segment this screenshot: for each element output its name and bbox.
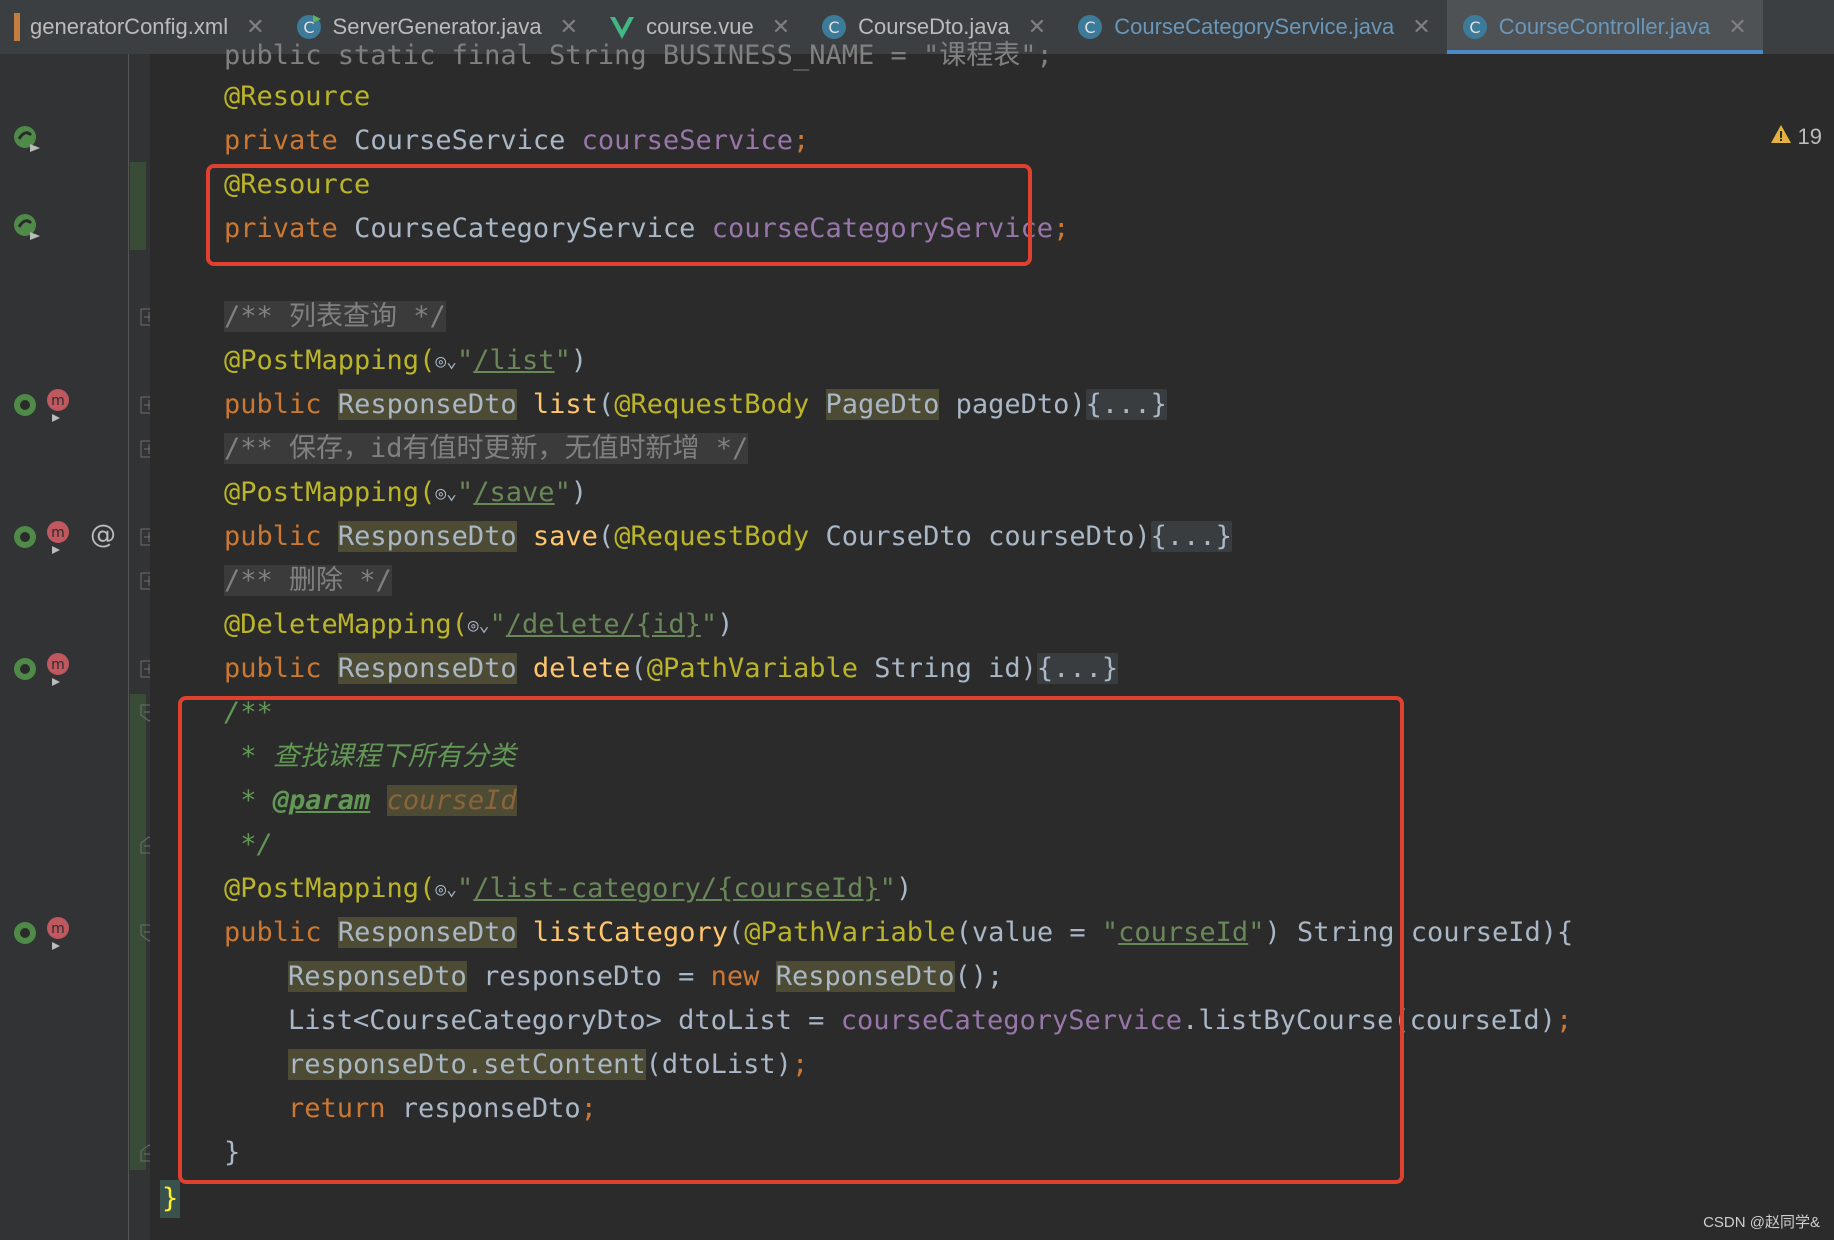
tab-label: generatorConfig.xml (30, 14, 229, 39)
param: pageDto) (955, 389, 1086, 420)
type-name: CourseService (354, 125, 566, 156)
tab-label: CourseCategoryService.java (1114, 14, 1395, 39)
request-mapping-icon[interactable]: m (12, 520, 76, 560)
annotation: @RequestBody (614, 389, 810, 420)
folded-body[interactable]: {...} (1036, 653, 1119, 684)
comment: /** 删除 */ (224, 565, 392, 596)
highlight-box (206, 164, 1032, 266)
warnings-count: 19 (1797, 124, 1822, 149)
gutter-separator (128, 54, 129, 1240)
code-editor[interactable]: public static final String BUSINESS_NAME… (150, 40, 1834, 1240)
code-line[interactable]: private CourseService courseService; (224, 119, 809, 163)
code-line[interactable]: public ResponseDto save(@RequestBody Cou… (224, 515, 1232, 559)
code-line[interactable]: /** 列表查询 */ (224, 295, 446, 339)
highlight-box (178, 696, 1404, 1184)
svg-text:C: C (1085, 18, 1096, 37)
type-name: ResponseDto (337, 653, 517, 684)
close-icon[interactable]: ✕ (1412, 15, 1430, 40)
keyword: private (224, 125, 338, 156)
code-line[interactable]: @PostMapping(◎⌄"/list") (224, 339, 587, 383)
type-name: ResponseDto (337, 521, 517, 552)
annotation: @DeleteMapping( (224, 609, 468, 640)
annotation: @Resource (224, 81, 371, 112)
vcs-change-marker[interactable] (130, 162, 146, 250)
code-line[interactable]: public static final String BUSINESS_NAME… (224, 34, 1053, 78)
svg-text:m: m (51, 393, 65, 409)
param: String id) (874, 653, 1037, 684)
code-line[interactable]: @Resource (224, 75, 370, 119)
svg-text:m: m (51, 525, 65, 541)
svg-text:C: C (1469, 18, 1480, 37)
spring-bean-icon[interactable] (12, 124, 42, 158)
watermark: CSDN @赵同学& (1703, 1214, 1820, 1231)
code-partial-line: public static final String BUSINESS_NAME… (224, 40, 1053, 71)
class-closing-brace: } (160, 1180, 181, 1218)
method-name: list (532, 389, 598, 420)
java-class-icon: C (1076, 13, 1104, 41)
code-line[interactable]: @PostMapping(◎⌄"/save") (224, 471, 587, 515)
param: CourseDto courseDto) (825, 521, 1151, 552)
warnings-indicator[interactable]: 19 (1770, 124, 1822, 150)
java-class-icon: C (1461, 13, 1489, 41)
close-icon[interactable]: ✕ (1728, 15, 1746, 40)
method-name: delete (532, 653, 631, 684)
keyword: public (224, 653, 322, 684)
keyword: public (224, 521, 322, 552)
comment: /** 列表查询 */ (224, 301, 446, 332)
request-mapping-icon[interactable]: m (12, 652, 76, 692)
type-name: PageDto (825, 389, 940, 420)
tab-label: CourseController.java (1498, 14, 1711, 39)
code-line[interactable]: /** 删除 */ (224, 559, 392, 603)
annotation: @RequestBody (614, 521, 810, 552)
code-line[interactable]: @DeleteMapping(◎⌄"/delete/{id}") (224, 603, 733, 647)
globe-icon[interactable]: ◎⌄ (468, 604, 490, 648)
at-override-icon[interactable]: @ (90, 520, 116, 550)
url-link[interactable]: /list (473, 345, 554, 376)
tab-course-category-service[interactable]: C CourseCategoryService.java ✕ (1062, 0, 1446, 54)
tab-course-controller[interactable]: C CourseController.java ✕ (1446, 0, 1763, 54)
code-line[interactable]: public ResponseDto list(@RequestBody Pag… (224, 383, 1167, 427)
folded-body[interactable]: {...} (1085, 389, 1167, 420)
annotation: @PostMapping( (224, 345, 436, 376)
comment: /** 保存，id有值时更新，无值时新增 */ (224, 433, 749, 464)
globe-icon[interactable]: ◎⌄ (435, 340, 457, 384)
type-name: ResponseDto (337, 389, 517, 420)
url-link[interactable]: /delete/{id} (506, 609, 701, 640)
svg-text:m: m (51, 921, 65, 937)
request-mapping-icon[interactable]: m (12, 916, 76, 956)
semicolon: ; (1555, 1005, 1573, 1036)
folded-body[interactable]: {...} (1150, 521, 1232, 552)
warning-icon (1770, 124, 1792, 150)
request-mapping-icon[interactable]: m (12, 388, 76, 428)
svg-text:m: m (51, 657, 65, 673)
keyword: public (224, 389, 322, 420)
method-name: save (532, 521, 598, 552)
field-name: courseService (581, 125, 793, 156)
url-link[interactable]: /save (473, 477, 554, 508)
spring-bean-icon[interactable] (12, 212, 42, 246)
xml-file-icon (14, 13, 20, 41)
code-line[interactable]: /** 保存，id有值时更新，无值时新增 */ (224, 427, 749, 471)
annotation: @PathVariable (646, 653, 859, 684)
globe-icon[interactable]: ◎⌄ (435, 472, 457, 516)
annotation: @PostMapping( (224, 477, 436, 508)
code-line[interactable]: public ResponseDto delete(@PathVariable … (224, 647, 1119, 691)
